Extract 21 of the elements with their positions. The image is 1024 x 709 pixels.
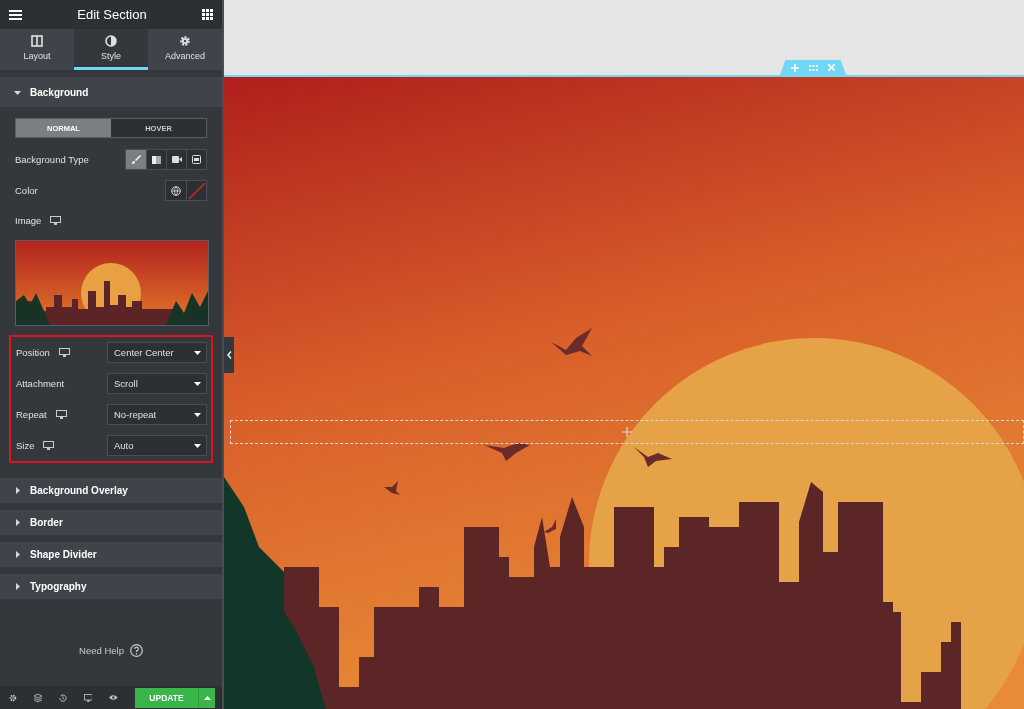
field-label: Size — [16, 440, 35, 451]
field-label: Image — [15, 214, 42, 226]
field-label: Position — [16, 347, 50, 358]
section-header[interactable]: Shape Divider — [0, 542, 222, 567]
select-field[interactable]: Scroll — [107, 373, 207, 394]
panel-tab[interactable]: Advanced — [148, 29, 222, 70]
select-field[interactable]: No-repeat — [107, 404, 207, 425]
panel-tab[interactable]: Layout — [0, 29, 74, 70]
section-header[interactable]: Background Overlay — [0, 478, 222, 503]
field-label: Attachment — [16, 378, 65, 389]
panel-tab[interactable]: Style — [74, 29, 148, 70]
panel-title: Edit Section — [77, 7, 147, 22]
field-label: Repeat — [16, 409, 47, 420]
section-header[interactable]: Border — [0, 510, 222, 535]
section-header[interactable]: Background — [0, 77, 222, 107]
help-link[interactable]: Need Help — [79, 645, 124, 656]
field-label: Color — [15, 185, 38, 196]
section-header[interactable]: Typography — [0, 574, 222, 599]
field-label: Background Type — [15, 154, 89, 165]
select-field[interactable]: Center Center — [107, 342, 207, 363]
select-field[interactable]: Auto — [107, 435, 207, 456]
